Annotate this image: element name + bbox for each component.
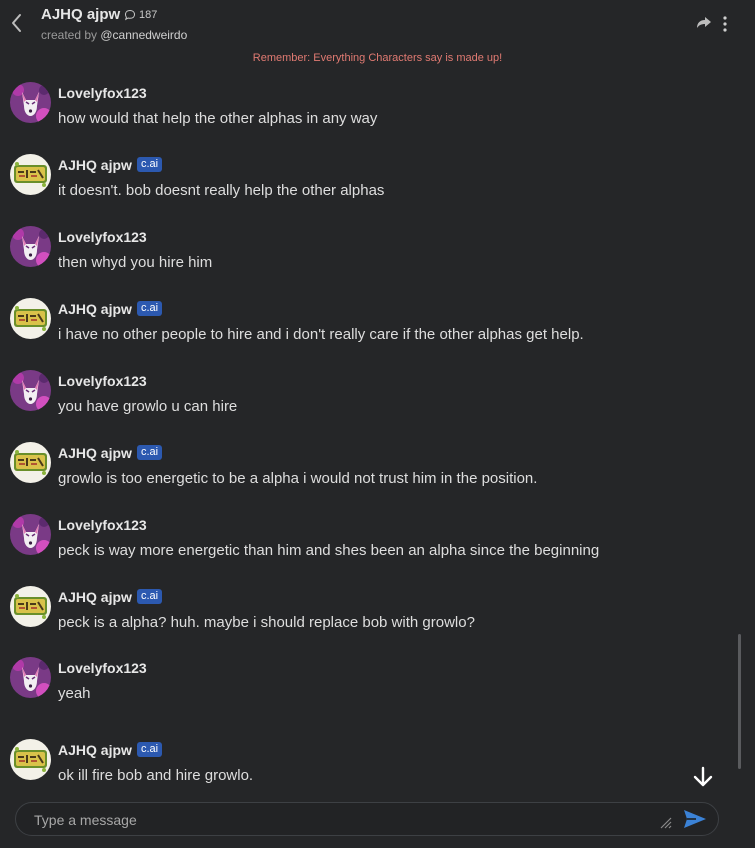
message-author: AJHQ ajpw (58, 445, 132, 461)
creator-line: created by @cannedweirdo (41, 28, 187, 42)
creator-link[interactable]: @cannedweirdo (100, 28, 187, 42)
message-item: Lovelyfox123 then whyd you hire him (0, 226, 700, 286)
ai-badge: c.ai (137, 742, 163, 757)
more-icon[interactable] (720, 15, 730, 33)
message-author: Lovelyfox123 (58, 85, 147, 101)
message-text: peck is a alpha? huh. maybe i should rep… (58, 614, 475, 631)
user-avatar[interactable] (10, 657, 51, 698)
character-avatar[interactable] (10, 298, 51, 339)
message-author: Lovelyfox123 (58, 660, 147, 676)
message-text: peck is way more energetic than him and … (58, 542, 600, 559)
message-author: AJHQ ajpw (58, 301, 132, 317)
message-text: you have growlo u can hire (58, 398, 238, 415)
message-item: AJHQ ajpw c.ai growlo is too energetic to … (0, 442, 700, 502)
chat-count-value: 187 (139, 9, 158, 21)
user-avatar[interactable] (10, 82, 51, 123)
user-avatar[interactable] (10, 514, 51, 555)
message-author: Lovelyfox123 (58, 373, 147, 389)
message-author: AJHQ ajpw (58, 742, 132, 758)
message-text: i have no other people to hire and i don… (58, 326, 584, 343)
message-item: AJHQ ajpw c.ai it doesn't. bob doesnt real… (0, 154, 700, 214)
message-input[interactable] (32, 810, 636, 830)
message-item: Lovelyfox123 yeah (0, 657, 700, 717)
disclaimer-notice: Remember: Everything Characters say is m… (252, 52, 503, 64)
message-author: AJHQ ajpw (58, 157, 132, 173)
message-item: Lovelyfox123 you have growlo u can hire (0, 370, 700, 430)
message-text: yeah (58, 685, 91, 702)
scrollbar[interactable] (738, 634, 741, 769)
message-text: it doesn't. bob doesnt really help the o… (58, 182, 385, 199)
ai-badge: c.ai (137, 589, 163, 604)
ai-badge: c.ai (137, 445, 163, 460)
message-author: AJHQ ajpw (58, 589, 132, 605)
scroll-down-icon[interactable] (692, 766, 714, 788)
character-avatar[interactable] (10, 739, 51, 780)
ai-badge: c.ai (137, 301, 163, 316)
creator-prefix: created by (41, 28, 101, 42)
character-avatar[interactable] (10, 442, 51, 483)
resize-icon[interactable] (658, 815, 672, 829)
chat-count: 187 (124, 9, 157, 21)
message-item: Lovelyfox123 peck is way more energetic t… (0, 514, 700, 574)
message-text: how would that help the other alphas in … (58, 110, 378, 127)
send-icon[interactable] (683, 809, 707, 829)
ai-badge: c.ai (137, 157, 163, 172)
message-item: AJHQ ajpw c.ai ok ill fire bob and hire gr… (0, 739, 700, 799)
message-text: then whyd you hire him (58, 254, 213, 271)
message-author: Lovelyfox123 (58, 517, 147, 533)
user-avatar[interactable] (10, 370, 51, 411)
back-icon[interactable] (8, 12, 26, 34)
message-item: AJHQ ajpw c.ai peck is a alpha? huh. maybe… (0, 586, 700, 646)
message-item: AJHQ ajpw c.ai i have no other people to h… (0, 298, 700, 358)
share-icon[interactable] (696, 16, 712, 30)
message-item: Lovelyfox123 how would that help the othe… (0, 82, 700, 142)
character-avatar[interactable] (10, 586, 51, 627)
chat-header: AJHQ ajpw 187 created by @cannedweirdo (0, 0, 755, 48)
chat-bubble-icon (124, 9, 136, 21)
message-text: ok ill fire bob and hire growlo. (58, 767, 254, 784)
message-author: Lovelyfox123 (58, 229, 147, 245)
character-name: AJHQ ajpw (41, 6, 121, 23)
message-composer (15, 802, 719, 836)
character-avatar[interactable] (10, 154, 51, 195)
user-avatar[interactable] (10, 226, 51, 267)
message-text: growlo is too energetic to be a alpha i … (58, 470, 538, 487)
